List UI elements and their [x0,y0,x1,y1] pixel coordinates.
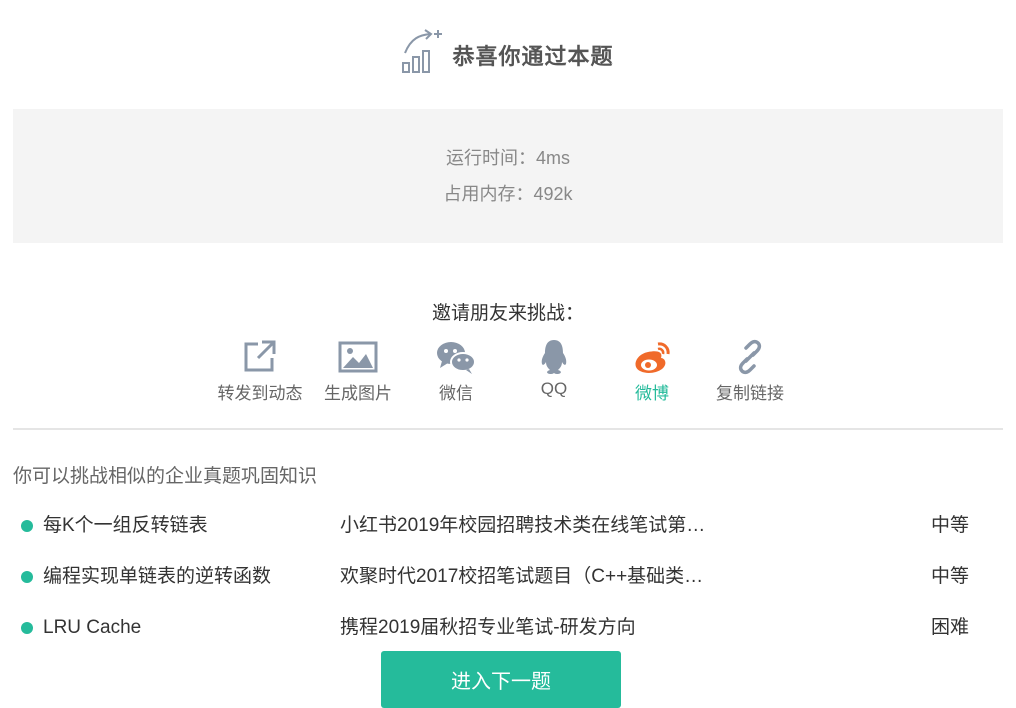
similar-problem-list: 每K个一组反转链表 小红书2019年校园招聘技术类在线笔试第… 中等 编程实现单… [0,500,1016,653]
list-item: 每K个一组反转链表 小红书2019年校园招聘技术类在线笔试第… 中等 [0,500,1016,551]
bullet-dot [21,622,33,634]
copy-link-button[interactable]: 复制链接 [701,338,799,408]
divider [13,428,1003,430]
chart-growth-icon [402,29,443,73]
page-title: 恭喜你通过本题 [452,44,614,69]
list-item: 编程实现单链表的逆转函数 欢聚时代2017校招笔试题目（C++基础类… 中等 [0,551,1016,602]
problem-source-link[interactable]: 小红书2019年校园招聘技术类在线笔试第… [340,500,750,551]
wechat-icon [437,342,476,374]
share-out-icon [244,340,276,372]
problem-name-link[interactable]: LRU Cache [43,602,141,653]
problem-source-link[interactable]: 欢聚时代2017校招笔试题目（C++基础类… [340,551,750,602]
difficulty-label: 中等 [931,566,970,587]
generate-image-button[interactable]: 生成图片 [309,338,407,408]
image-icon [338,341,378,373]
difficulty-label: 中等 [931,515,970,536]
problem-name-link[interactable]: 每K个一组反转链表 [43,500,208,551]
bullet-dot [21,520,33,532]
share-item-label: 复制链接 [716,384,784,403]
difficulty-label: 困难 [931,617,970,638]
weibo-icon [635,342,670,373]
next-question-button[interactable]: 进入下一题 [381,651,621,708]
link-icon [738,339,762,375]
share-bar: 转发到动态 生成图片 微信 QQ 微博 复制链接 [211,338,799,408]
result-page: 恭喜你通过本题 运行时间：4ms 占用内存：492k 邀请朋友来挑战： 转发到动… [0,0,1016,708]
share-item-label: 生成图片 [324,384,392,403]
run-stats-panel: 运行时间：4ms 占用内存：492k [13,109,1003,243]
result-header: 恭喜你通过本题 [0,26,1016,76]
share-wechat-button[interactable]: 微信 [407,338,505,408]
bullet-dot [21,571,33,583]
problem-name-link[interactable]: 编程实现单链表的逆转函数 [43,551,271,602]
list-item: LRU Cache 携程2019届秋招专业笔试-研发方向 困难 [0,602,1016,653]
share-qq-button[interactable]: QQ [505,338,603,408]
invite-text: 邀请朋友来挑战： [431,303,584,324]
share-item-label: 转发到动态 [217,384,303,403]
share-item-label: 微信 [439,384,473,403]
problem-source-link[interactable]: 携程2019届秋招专业笔试-研发方向 [340,602,750,653]
share-to-feed-button[interactable]: 转发到动态 [211,338,309,408]
share-item-label: 微博 [635,384,669,403]
qq-icon [541,340,567,374]
memory-text: 占用内存：492k [443,184,573,204]
share-item-label: QQ [540,379,568,398]
runtime-text: 运行时间：4ms [445,148,570,168]
share-weibo-button[interactable]: 微博 [603,338,701,408]
similar-heading: 你可以挑战相似的企业真题巩固知识 [13,466,318,487]
